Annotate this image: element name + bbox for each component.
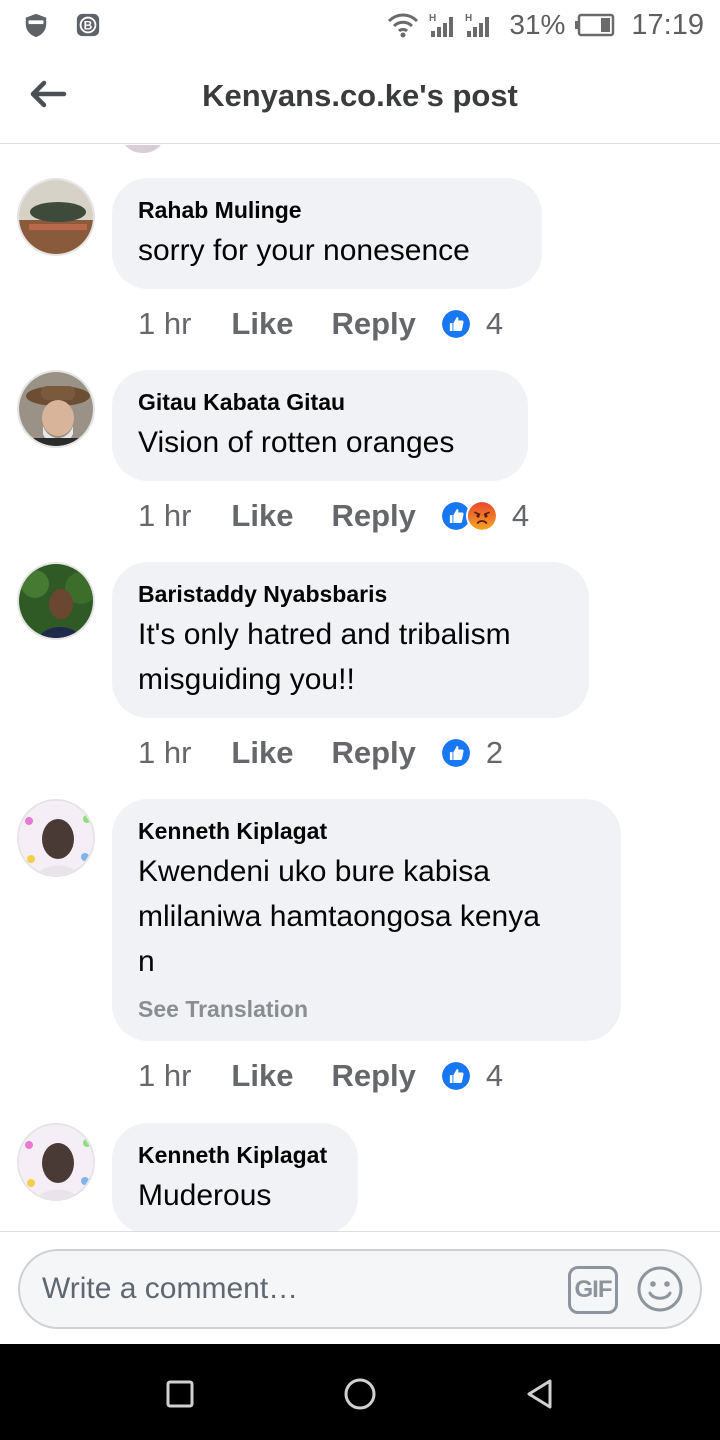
comment-author[interactable]: Gitau Kabata Gitau <box>138 388 502 416</box>
clipped-previous-comment <box>120 145 680 153</box>
avatar <box>120 145 166 153</box>
comment-text-line: Kwendeni uko bure kabisa <box>138 855 490 888</box>
comment-text: sorry for your nonesence <box>138 234 470 267</box>
reactions-summary[interactable]: 4 <box>439 1058 504 1094</box>
comment-author[interactable]: Rahab Mulinge <box>138 196 516 224</box>
see-translation-link[interactable]: See Translation <box>138 994 595 1024</box>
comment-bubble[interactable]: Kenneth Kiplagat Kwendeni uko bure kabis… <box>112 799 621 1041</box>
wifi-icon <box>388 13 419 38</box>
status-bar: B H H 31% 17:19 <box>0 0 720 50</box>
like-button[interactable]: Like <box>231 1058 293 1094</box>
like-button[interactable]: Like <box>231 306 293 342</box>
reply-button[interactable]: Reply <box>331 498 415 534</box>
system-nav-bar <box>0 1344 720 1440</box>
comment-author[interactable]: Kenneth Kiplagat <box>138 817 595 845</box>
comment-bubble[interactable]: Kenneth Kiplagat Muderous <box>112 1123 358 1231</box>
page-title: Kenyans.co.ke's post <box>202 78 518 113</box>
reply-button[interactable]: Reply <box>331 306 415 342</box>
comment-box[interactable]: GIF <box>18 1249 702 1329</box>
svg-text:H: H <box>429 13 436 24</box>
home-circle-icon[interactable] <box>340 1374 380 1414</box>
reaction-count: 4 <box>511 498 530 533</box>
comment-time[interactable]: 1 hr <box>138 1058 191 1094</box>
avatar[interactable] <box>17 178 95 256</box>
like-reaction-icon <box>439 308 472 340</box>
comment-composer: GIF <box>0 1231 720 1344</box>
reply-button[interactable]: Reply <box>331 1058 415 1094</box>
shield-icon <box>25 13 47 38</box>
comment-bubble[interactable]: Gitau Kabata Gitau Vision of rotten oran… <box>112 370 528 481</box>
battery-percent: 31% <box>509 9 566 40</box>
avatar[interactable] <box>17 370 95 448</box>
angry-reaction-icon <box>465 500 498 532</box>
comment-text: Muderous <box>138 1179 272 1212</box>
header: Kenyans.co.ke's post <box>0 50 720 144</box>
comment-author[interactable]: Kenneth Kiplagat <box>138 1141 332 1169</box>
comment-text-line: misguiding you!! <box>138 663 355 696</box>
reactions-summary[interactable]: 2 <box>439 735 504 771</box>
like-button[interactable]: Like <box>231 735 293 771</box>
comment-bubble[interactable]: Rahab Mulinge sorry for your nonesence <box>112 178 542 289</box>
comment-author[interactable]: Baristaddy Nyabsbaris <box>138 580 563 608</box>
reply-button[interactable]: Reply <box>331 735 415 771</box>
comment-text-line: It's only hatred and tribalism <box>138 618 511 651</box>
comment-text-line: n <box>138 945 155 978</box>
comments-list[interactable]: Rahab Mulinge sorry for your nonesence 1… <box>0 145 720 1231</box>
reaction-count: 4 <box>485 306 504 341</box>
comment-actions: 1 hr Like Reply 4 <box>138 1054 503 1098</box>
reactions-summary[interactable]: 4 <box>439 306 504 342</box>
comment-actions: 1 hr Like Reply 4 <box>138 302 503 346</box>
signal-icon: H H <box>429 13 490 37</box>
battery-icon <box>575 13 615 37</box>
avatar[interactable] <box>17 799 95 877</box>
comment-actions: 1 hr Like Reply 4 <box>138 494 529 538</box>
like-reaction-icon <box>439 1060 472 1092</box>
comment-time[interactable]: 1 hr <box>138 735 191 771</box>
b-badge-icon: B <box>76 13 100 37</box>
avatar[interactable] <box>17 1123 95 1201</box>
reaction-count: 4 <box>485 1058 504 1093</box>
svg-text:B: B <box>84 19 93 33</box>
comment-text-line: mlilaniwa hamtaongosa kenya <box>138 900 540 933</box>
clock: 17:19 <box>631 8 704 41</box>
reaction-count: 2 <box>485 735 504 770</box>
reactions-summary[interactable]: 4 <box>439 498 530 534</box>
comment-time[interactable]: 1 hr <box>138 306 191 342</box>
smiley-icon[interactable] <box>636 1265 684 1313</box>
comment-time[interactable]: 1 hr <box>138 498 191 534</box>
like-reaction-icon <box>439 737 472 769</box>
gif-button[interactable]: GIF <box>568 1266 618 1314</box>
comment-input[interactable] <box>42 1251 542 1327</box>
svg-text:H: H <box>465 13 472 24</box>
back-triangle-icon[interactable] <box>520 1374 560 1414</box>
comment-text: Vision of rotten oranges <box>138 426 455 459</box>
like-button[interactable]: Like <box>231 498 293 534</box>
comment-bubble[interactable]: Baristaddy Nyabsbaris It's only hatred a… <box>112 562 589 718</box>
recents-square-icon[interactable] <box>160 1374 200 1414</box>
avatar[interactable] <box>17 562 95 640</box>
comment-actions: 1 hr Like Reply 2 <box>138 731 503 775</box>
